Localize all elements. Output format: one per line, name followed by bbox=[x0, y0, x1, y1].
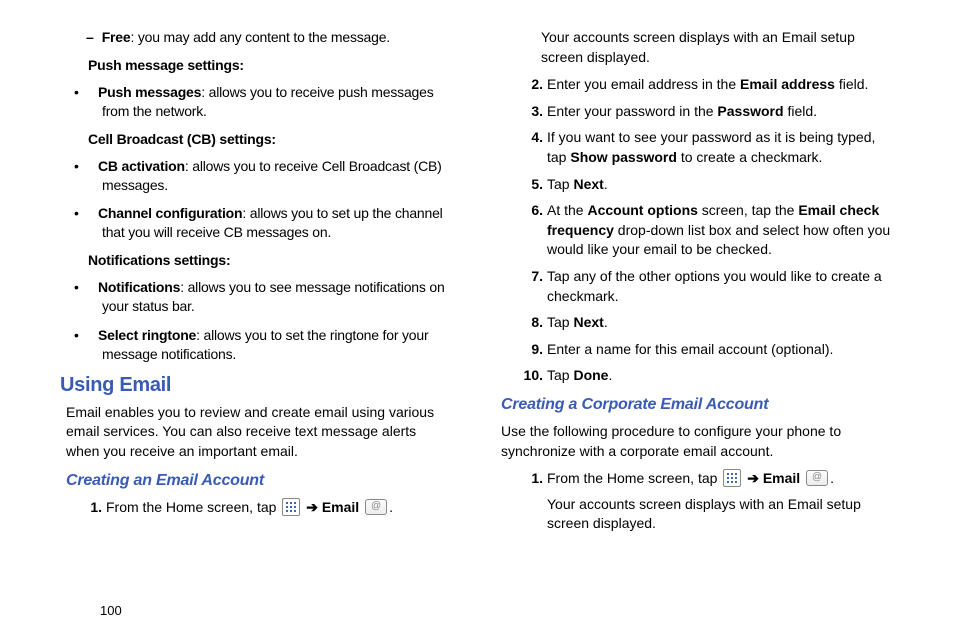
page-number: 100 bbox=[100, 603, 122, 618]
s6b: Account options bbox=[587, 202, 697, 218]
email-label: Email bbox=[763, 470, 800, 486]
bullet-dot: • bbox=[88, 157, 98, 176]
bullet-dot: • bbox=[88, 83, 98, 102]
step-number: 10. bbox=[517, 366, 543, 386]
s2a: Enter you email address in the bbox=[547, 76, 740, 92]
step-7: 7. Tap any of the other options you woul… bbox=[547, 267, 894, 306]
s3b: Password bbox=[717, 103, 783, 119]
channel-config-label: Channel configuration bbox=[98, 205, 242, 221]
step1-continuation: Your accounts screen displays with an Em… bbox=[501, 28, 894, 67]
step-number: 9. bbox=[517, 340, 543, 360]
s8c: . bbox=[604, 314, 608, 330]
dash-bullet: – bbox=[86, 28, 98, 47]
select-ringtone-item: •Select ringtone: allows you to set the … bbox=[60, 326, 453, 364]
step-number: 1. bbox=[80, 498, 102, 518]
s7: Tap any of the other options you would l… bbox=[547, 268, 882, 304]
s8a: Tap bbox=[547, 314, 573, 330]
corporate-email-steps: 1. From the Home screen, tap ➔ Email . Y… bbox=[501, 469, 894, 534]
push-messages-label: Push messages bbox=[98, 84, 201, 100]
notifications-label: Notifications bbox=[98, 279, 180, 295]
step-1: 1. From the Home screen, tap ➔ Email . bbox=[106, 498, 453, 518]
s2c: field. bbox=[835, 76, 868, 92]
s2b: Email address bbox=[740, 76, 835, 92]
corporate-intro-para: Use the following procedure to configure… bbox=[501, 422, 894, 461]
s6c: screen, tap the bbox=[698, 202, 798, 218]
s5a: Tap bbox=[547, 176, 573, 192]
email-label: Email bbox=[322, 499, 359, 515]
s9: Enter a name for this email account (opt… bbox=[547, 341, 833, 357]
free-item: – Free: you may add any content to the m… bbox=[60, 28, 453, 47]
apps-icon bbox=[282, 498, 300, 516]
creating-email-account-heading: Creating an Email Account bbox=[60, 472, 453, 490]
s4c: to create a checkmark. bbox=[677, 149, 823, 165]
step-number: 5. bbox=[517, 175, 543, 195]
creating-email-steps: 1. From the Home screen, tap ➔ Email . bbox=[60, 498, 453, 518]
email-intro-para: Email enables you to review and create e… bbox=[60, 403, 453, 462]
bullet-dot: • bbox=[88, 326, 98, 345]
step-9: 9. Enter a name for this email account (… bbox=[547, 340, 894, 360]
step-number: 7. bbox=[517, 267, 543, 287]
step-number: 8. bbox=[517, 313, 543, 333]
s3c: field. bbox=[784, 103, 817, 119]
mail-icon bbox=[806, 470, 828, 486]
step-number: 3. bbox=[517, 102, 543, 122]
free-text: : you may add any content to the message… bbox=[130, 29, 390, 45]
cb-activation-item: •CB activation: allows you to receive Ce… bbox=[60, 157, 453, 195]
apps-icon bbox=[723, 469, 741, 487]
step-3: 3. Enter your password in the Password f… bbox=[547, 102, 894, 122]
step1-text: From the Home screen, tap bbox=[106, 499, 280, 515]
cb-settings-head: Cell Broadcast (CB) settings: bbox=[60, 131, 453, 147]
s10a: Tap bbox=[547, 367, 573, 383]
push-settings-head: Push message settings: bbox=[60, 57, 453, 73]
select-ringtone-label: Select ringtone bbox=[98, 327, 196, 343]
bullet-dot: • bbox=[88, 204, 98, 223]
push-messages-item: •Push messages: allows you to receive pu… bbox=[60, 83, 453, 121]
corp-step-1: 1. From the Home screen, tap ➔ Email . Y… bbox=[547, 469, 894, 534]
cs1a: From the Home screen, tap bbox=[547, 470, 721, 486]
notifications-item: •Notifications: allows you to see messag… bbox=[60, 278, 453, 316]
s10c: . bbox=[608, 367, 612, 383]
s3a: Enter your password in the bbox=[547, 103, 717, 119]
using-email-heading: Using Email bbox=[60, 374, 453, 397]
step-number: 6. bbox=[517, 201, 543, 221]
s5c: . bbox=[604, 176, 608, 192]
creating-corporate-email-heading: Creating a Corporate Email Account bbox=[501, 396, 894, 414]
arrow-icon: ➔ bbox=[306, 499, 318, 515]
step-4: 4. If you want to see your password as i… bbox=[547, 128, 894, 167]
cs1-dot: . bbox=[830, 470, 834, 486]
cb-activation-label: CB activation bbox=[98, 158, 185, 174]
right-column: Your accounts screen displays with an Em… bbox=[501, 28, 894, 541]
s8b: Next bbox=[573, 314, 603, 330]
corp-step1-continuation: Your accounts screen displays with an Em… bbox=[547, 495, 894, 534]
free-label: Free bbox=[102, 29, 131, 45]
arrow-icon: ➔ bbox=[747, 470, 759, 486]
step-10: 10. Tap Done. bbox=[547, 366, 894, 386]
channel-config-item: •Channel configuration: allows you to se… bbox=[60, 204, 453, 242]
creating-email-steps-cont: 2. Enter you email address in the Email … bbox=[501, 75, 894, 386]
notif-settings-head: Notifications settings: bbox=[60, 252, 453, 268]
s10b: Done bbox=[573, 367, 608, 383]
step-number: 1. bbox=[521, 469, 543, 489]
step-2: 2. Enter you email address in the Email … bbox=[547, 75, 894, 95]
step-number: 2. bbox=[517, 75, 543, 95]
step-8: 8. Tap Next. bbox=[547, 313, 894, 333]
s4b: Show password bbox=[570, 149, 677, 165]
page-content: – Free: you may add any content to the m… bbox=[60, 28, 894, 541]
s6a: At the bbox=[547, 202, 587, 218]
mail-icon bbox=[365, 499, 387, 515]
s5b: Next bbox=[573, 176, 603, 192]
bullet-dot: • bbox=[88, 278, 98, 297]
step-number: 4. bbox=[517, 128, 543, 148]
step-6: 6. At the Account options screen, tap th… bbox=[547, 201, 894, 260]
left-column: – Free: you may add any content to the m… bbox=[60, 28, 453, 541]
step1-dot: . bbox=[389, 499, 393, 515]
step-5: 5. Tap Next. bbox=[547, 175, 894, 195]
